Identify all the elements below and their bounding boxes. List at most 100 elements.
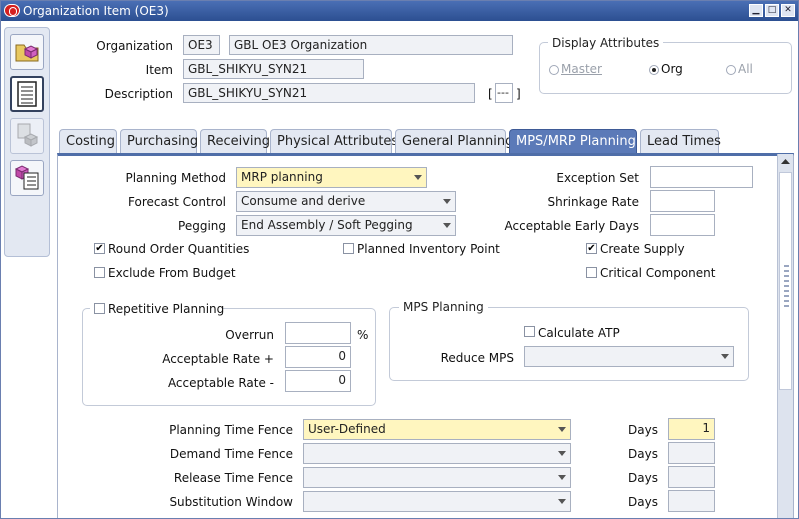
item-attributes-icon [14, 165, 39, 190]
reduce-mps-label: Reduce MPS [440, 351, 514, 365]
minimize-icon[interactable]: ▁ [749, 4, 763, 17]
forecast-control-select[interactable]: Consume and derive [236, 191, 456, 212]
exception-set-label: Exception Set [556, 171, 639, 185]
acceptable-rate-plus-field[interactable]: 0 [285, 346, 351, 368]
substitution-window-label: Substitution Window [169, 495, 293, 509]
org-radio[interactable] [649, 65, 659, 75]
vertical-scrollbar[interactable] [777, 154, 793, 518]
pegging-select[interactable]: End Assembly / Soft Pegging [236, 215, 456, 236]
thumb-grip [784, 300, 789, 302]
maximize-icon[interactable]: □ [765, 4, 779, 17]
calculate-atp-label: Calculate ATP [538, 326, 620, 340]
repetitive-planning-header: Repetitive Planning [90, 301, 225, 317]
planning-method-select[interactable]: MRP planning [236, 167, 427, 188]
item-attributes-button[interactable] [10, 160, 44, 196]
org-label: Org [661, 62, 683, 76]
create-supply-label: Create Supply [600, 242, 685, 256]
demand-time-fence-days-label: Days [628, 447, 658, 461]
planning-time-fence-days-field[interactable]: 1 [668, 418, 715, 440]
acceptable-early-days-label: Acceptable Early Days [504, 219, 639, 233]
master-label: Master [561, 62, 602, 76]
repetitive-planning-checkbox[interactable] [94, 303, 105, 314]
demand-time-fence-select[interactable] [303, 443, 571, 464]
forecast-control-value: Consume and derive [241, 194, 366, 208]
calculate-atp-checkbox[interactable] [524, 326, 535, 337]
round-order-quantities-label: Round Order Quantities [108, 242, 250, 256]
round-order-quantities-checkbox[interactable]: ✔ [94, 243, 105, 254]
tab-physical-attributes[interactable]: Physical Attributes [270, 129, 398, 154]
organization-item-window: Organization Item (OE3) ▁ □ ✕ Organizati… [0, 0, 799, 519]
description-label: Description [104, 87, 173, 101]
tab-mps-mrp-planning[interactable]: MPS/MRP Planning [509, 129, 637, 154]
descriptive-flexfield[interactable]: --- [495, 83, 513, 103]
display-attributes-title: Display Attributes [548, 36, 664, 50]
thumb-grip [784, 285, 789, 287]
shrinkage-rate-label: Shrinkage Rate [547, 195, 639, 209]
tab-receiving[interactable]: Receiving [200, 129, 270, 154]
chevron-down-icon [558, 475, 566, 480]
open-folder-button[interactable] [10, 34, 44, 70]
release-time-fence-days-field[interactable] [668, 466, 715, 488]
critical-component-checkbox[interactable] [586, 267, 597, 278]
item-list-icon [17, 81, 37, 107]
acceptable-early-days-field[interactable] [650, 214, 715, 236]
planning-time-fence-select[interactable]: User-Defined [303, 419, 571, 440]
planning-time-fence-label: Planning Time Fence [169, 423, 293, 437]
planning-time-fence-value: User-Defined [308, 422, 386, 436]
thumb-grip [784, 295, 789, 297]
open-folder-icon [15, 44, 39, 62]
pegging-label: Pegging [178, 219, 226, 233]
chevron-down-icon [721, 354, 729, 359]
planning-time-fence-days-label: Days [628, 423, 658, 437]
mps-planning-title: MPS Planning [399, 300, 488, 314]
acceptable-rate-plus-label: Acceptable Rate + [162, 352, 274, 366]
exception-set-field[interactable] [650, 166, 753, 188]
planning-method-value: MRP planning [241, 170, 323, 184]
reduce-mps-select[interactable] [524, 346, 734, 367]
tab-purchasing[interactable]: Purchasing [120, 129, 198, 154]
acceptable-rate-minus-label: Acceptable Rate - [167, 376, 274, 390]
repetitive-planning-title: Repetitive Planning [108, 302, 225, 316]
chevron-down-icon [558, 427, 566, 432]
close-icon[interactable]: ✕ [781, 4, 795, 17]
exclude-from-budget-label: Exclude From Budget [108, 266, 236, 280]
release-time-fence-label: Release Time Fence [173, 471, 293, 485]
thumb-grip [784, 290, 789, 292]
item-field[interactable]: GBL_SHIKYU_SYN21 [183, 59, 364, 79]
substitution-window-days-field[interactable] [668, 490, 715, 512]
copy-item-icon [17, 123, 39, 147]
tab-costing[interactable]: Costing [59, 129, 117, 154]
exclude-from-budget-checkbox[interactable] [94, 267, 105, 278]
create-supply-checkbox[interactable]: ✔ [586, 243, 597, 254]
tab-lead-times[interactable]: Lead Times [640, 129, 721, 154]
chevron-down-icon [443, 223, 451, 228]
scroll-thumb[interactable] [779, 172, 792, 390]
item-list-button[interactable] [10, 76, 44, 112]
organization-code-field[interactable]: OE3 [183, 35, 220, 55]
left-toolbar [4, 27, 50, 257]
scroll-up-icon[interactable] [780, 156, 791, 168]
tab-general-planning[interactable]: General Planning [395, 129, 513, 154]
description-field[interactable]: GBL_SHIKYU_SYN21 [183, 83, 475, 103]
release-time-fence-select[interactable] [303, 467, 571, 488]
window-title: Organization Item (OE3) [23, 4, 169, 18]
all-radio[interactable] [726, 65, 736, 75]
substitution-window-select[interactable] [303, 491, 571, 512]
overrun-field[interactable] [285, 322, 351, 344]
thumb-grip [784, 270, 789, 272]
organization-label: Organization [96, 39, 173, 53]
planning-method-label: Planning Method [125, 171, 226, 185]
master-radio[interactable] [549, 65, 559, 75]
overrun-label: Overrun [225, 328, 274, 342]
shrinkage-rate-field[interactable] [650, 190, 715, 212]
organization-name-field[interactable]: GBL OE3 Organization [229, 35, 513, 55]
copy-item-button[interactable] [10, 118, 44, 154]
flexfield-close-bracket: ] [516, 87, 521, 101]
demand-time-fence-days-field[interactable] [668, 442, 715, 464]
demand-time-fence-label: Demand Time Fence [169, 447, 293, 461]
acceptable-rate-minus-field[interactable]: 0 [285, 370, 351, 392]
chevron-down-icon [558, 451, 566, 456]
chevron-down-icon [558, 499, 566, 504]
release-time-fence-days-label: Days [628, 471, 658, 485]
planned-inventory-point-checkbox[interactable] [343, 243, 354, 254]
